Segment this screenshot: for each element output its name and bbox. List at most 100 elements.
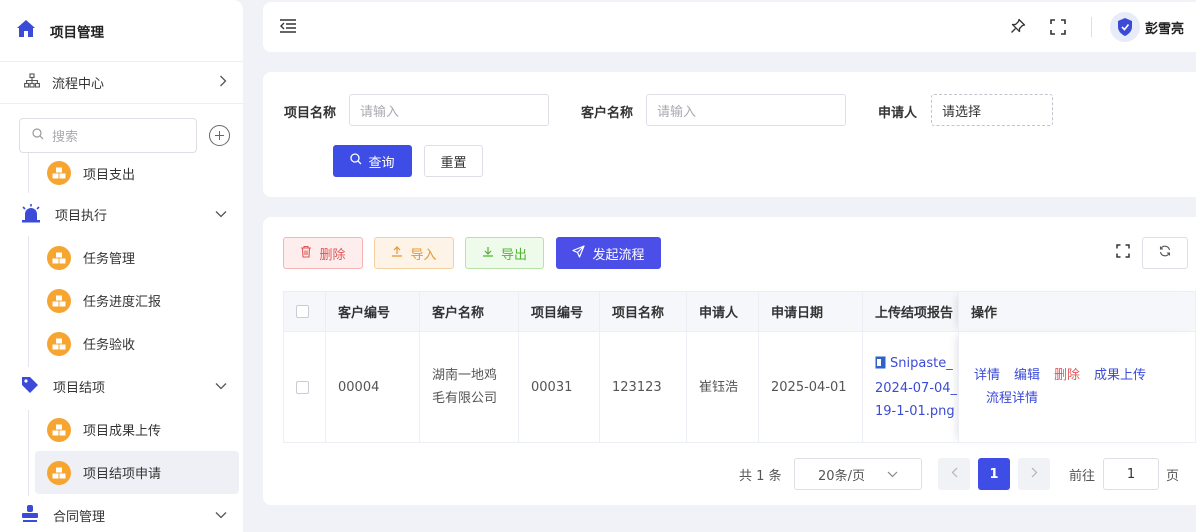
chevron-right-icon: [1031, 467, 1038, 482]
chevron-right-icon: [219, 75, 227, 91]
row-checkbox[interactable]: [296, 380, 309, 394]
sidebar-item-task-management[interactable]: 任务管理: [0, 236, 243, 279]
delete-button[interactable]: 删除: [283, 237, 363, 269]
sidebar-group-contract-management[interactable]: 合同管理: [0, 494, 243, 532]
table-header-row: 客户编号 客户名称 项目编号 项目名称 申请人 申请日期 上传结项报告 操作: [283, 291, 1196, 332]
cubes-icon: [47, 331, 71, 356]
sidebar-menu: 项目支出 项目执行 任务管理 任务进度汇报 任务验收 项目结项 项目成果上传 项…: [0, 153, 243, 532]
column-header: 操作: [958, 291, 1196, 332]
pagination-total: 共 1 条: [739, 468, 782, 484]
project-no-cell: 00031: [518, 331, 600, 443]
next-page-button[interactable]: [1018, 458, 1050, 490]
download-icon: [482, 245, 494, 261]
cubes-icon: [47, 460, 71, 485]
chevron-down-icon: [215, 508, 227, 523]
page-suffix: 页: [1166, 468, 1180, 484]
goto-page-input[interactable]: 1: [1103, 458, 1159, 490]
table-panel: 删除 导入 导出 发起流程 客户编号 客户名称 项目编号 项目名称 申请人 申请: [263, 217, 1196, 505]
sidebar-item-project-expense[interactable]: 项目支出: [0, 153, 243, 193]
chevron-down-icon: [887, 467, 898, 482]
prev-page-button[interactable]: [938, 458, 970, 490]
search-button[interactable]: 查询: [333, 145, 412, 177]
flow-detail-link[interactable]: 流程详情: [986, 391, 1038, 406]
sidebar-item-result-upload[interactable]: 项目成果上传: [0, 408, 243, 451]
stamp-icon: [20, 504, 40, 528]
column-header: 客户编号: [325, 291, 420, 332]
data-table: 客户编号 客户名称 项目编号 项目名称 申请人 申请日期 上传结项报告 操作 0…: [283, 291, 1196, 443]
table-fullscreen-button[interactable]: [1110, 237, 1136, 269]
reset-button[interactable]: 重置: [424, 145, 483, 177]
cubes-icon: [47, 288, 71, 313]
cubes-icon: [47, 245, 71, 270]
menu-search-input[interactable]: 搜索: [19, 118, 197, 153]
sidebar-header[interactable]: 项目管理: [0, 0, 243, 62]
applicant-cell: 崔钰浩: [686, 331, 759, 443]
collapse-menu-icon[interactable]: [279, 18, 297, 38]
file-link[interactable]: Snipaste_2024-07-04_19-1-01.png: [875, 352, 958, 423]
upload-icon: [391, 245, 403, 261]
customer-name-input[interactable]: 请输入: [646, 94, 846, 126]
column-header: 申请人: [686, 291, 759, 332]
applicant-select[interactable]: 请选择: [931, 94, 1053, 126]
select-all-checkbox[interactable]: [296, 305, 309, 318]
sidebar-item-task-acceptance[interactable]: 任务验收: [0, 322, 243, 365]
sidebar-item-flow-center[interactable]: 流程中心: [0, 62, 243, 104]
delete-link[interactable]: 删除: [1054, 368, 1080, 383]
import-button[interactable]: 导入: [374, 237, 454, 269]
app-title: 项目管理: [50, 24, 104, 41]
goto-label: 前往: [1069, 468, 1096, 484]
page-number-button[interactable]: 1: [978, 458, 1010, 490]
customer-no-cell: 00004: [325, 331, 420, 443]
chevron-left-icon: [951, 467, 958, 482]
table-row: 00004 湖南一地鸡毛有限公司 00031 123123 崔钰浩 2025-0…: [283, 331, 1196, 443]
fullscreen-icon: [1116, 244, 1130, 262]
sidebar-item-closing-application[interactable]: 项目结项申请: [35, 451, 239, 494]
search-placeholder: 搜索: [52, 130, 79, 145]
query-panel: 项目名称 请输入 客户名称 请输入 申请人 请选择 查询 重置: [263, 72, 1196, 197]
send-icon: [572, 244, 586, 262]
project-name-label: 项目名称: [284, 106, 337, 121]
divider: [1091, 17, 1092, 37]
applicant-label: 申请人: [878, 106, 918, 121]
sidebar-group-project-closing[interactable]: 项目结项: [0, 365, 243, 408]
chevron-down-icon: [215, 379, 227, 394]
export-button[interactable]: 导出: [465, 237, 544, 269]
cubes-icon: [47, 417, 71, 442]
sidebar-item-task-progress[interactable]: 任务进度汇报: [0, 279, 243, 322]
fullscreen-icon[interactable]: [1050, 19, 1066, 39]
select-all-cell[interactable]: [283, 291, 326, 332]
start-flow-button[interactable]: 发起流程: [556, 237, 661, 269]
refresh-icon: [1159, 245, 1171, 261]
column-header: 项目编号: [518, 291, 600, 332]
column-header: 项目名称: [599, 291, 687, 332]
refresh-button[interactable]: [1142, 237, 1188, 269]
project-name-cell: 123123: [599, 331, 687, 443]
apply-date-cell: 2025-04-01: [758, 331, 863, 443]
customer-name-cell: 湖南一地鸡毛有限公司: [419, 331, 519, 443]
cubes-icon: [47, 161, 71, 185]
top-bar: 彭雪亮: [263, 2, 1196, 52]
tag-icon: [20, 375, 40, 399]
flow-center-label: 流程中心: [52, 77, 105, 92]
detail-link[interactable]: 详情: [974, 368, 1000, 383]
file-icon: [875, 354, 886, 377]
user-name[interactable]: 彭雪亮: [1145, 18, 1184, 37]
row-select-cell[interactable]: [283, 331, 326, 443]
pin-icon[interactable]: [1010, 18, 1026, 38]
alarm-icon: [20, 203, 42, 227]
column-header: 上传结项报告: [862, 291, 959, 332]
search-icon: [32, 127, 44, 144]
chevron-down-icon: [215, 207, 227, 222]
page-size-select[interactable]: 20条/页: [794, 458, 922, 490]
avatar[interactable]: [1110, 12, 1140, 42]
add-circle-icon[interactable]: [209, 125, 230, 146]
column-header: 客户名称: [419, 291, 519, 332]
home-icon: [16, 19, 36, 42]
edit-link[interactable]: 编辑: [1014, 368, 1040, 383]
project-name-input[interactable]: 请输入: [349, 94, 549, 126]
trash-icon: [300, 245, 312, 262]
org-chart-icon: [24, 73, 40, 92]
sidebar-group-project-execution[interactable]: 项目执行: [0, 193, 243, 236]
report-file-cell: Snipaste_2024-07-04_19-1-01.png: [862, 331, 959, 443]
result-upload-link[interactable]: 成果上传: [1094, 368, 1146, 383]
